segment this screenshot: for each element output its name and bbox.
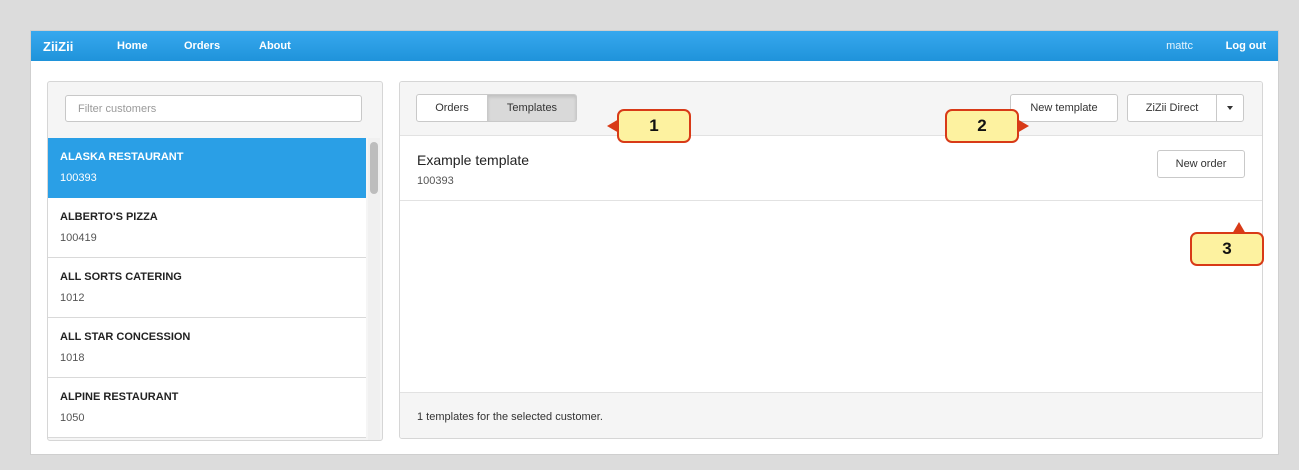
logout-link[interactable]: Log out xyxy=(1226,40,1266,52)
app-window: ZiiZii Home Orders About mattc Log out A… xyxy=(30,30,1279,455)
customer-name: ALBERTO'S PIZZA xyxy=(60,211,158,223)
new-order-button[interactable]: New order xyxy=(1157,150,1245,178)
customer-list: ALASKA RESTAURANT 100393 ALBERTO'S PIZZA… xyxy=(48,138,366,438)
tab-templates[interactable]: Templates xyxy=(487,94,577,122)
customer-name: ALASKA RESTAURANT xyxy=(60,151,184,163)
filter-customers-input[interactable] xyxy=(65,95,362,122)
navbar: ZiiZii Home Orders About mattc Log out xyxy=(31,31,1278,61)
customers-panel: ALASKA RESTAURANT 100393 ALBERTO'S PIZZA… xyxy=(47,81,383,441)
templates-count-text: 1 templates for the selected customer. xyxy=(417,411,603,423)
panel-footer: 1 templates for the selected customer. xyxy=(400,392,1262,438)
nav-home-link[interactable]: Home xyxy=(117,40,148,52)
customer-id: 100393 xyxy=(60,172,97,184)
customer-name: ALL SORTS CATERING xyxy=(60,271,182,283)
callout-2: 2 xyxy=(945,109,1029,143)
customer-item-albertos-pizza[interactable]: ALBERTO'S PIZZA 100419 xyxy=(48,198,366,258)
nav-user-name[interactable]: mattc xyxy=(1166,40,1193,52)
new-template-button[interactable]: New template xyxy=(1010,94,1118,122)
customer-id: 1018 xyxy=(60,352,85,364)
zizii-direct-dropdown-toggle[interactable] xyxy=(1216,94,1244,122)
tab-orders[interactable]: Orders xyxy=(416,94,488,122)
customer-name: ALPINE RESTAURANT xyxy=(60,391,179,403)
template-name: Example template xyxy=(417,152,530,168)
customer-item-all-sorts-catering[interactable]: ALL SORTS CATERING 1012 xyxy=(48,258,366,318)
customer-item-all-star-concession[interactable]: ALL STAR CONCESSION 1018 xyxy=(48,318,366,378)
customer-item-alaska-restaurant[interactable]: ALASKA RESTAURANT 100393 xyxy=(48,138,366,198)
customer-list-scrollbar[interactable] xyxy=(368,138,380,440)
template-row: Example template 100393 New order xyxy=(400,137,1262,201)
nav-about-link[interactable]: About xyxy=(259,40,291,52)
panel-toolbar: Orders Templates New template ZiZii Dire… xyxy=(400,82,1262,136)
customer-name: ALL STAR CONCESSION xyxy=(60,331,191,343)
customer-id: 1012 xyxy=(60,292,85,304)
callout-3: 3 xyxy=(1190,222,1264,266)
nav-orders-link[interactable]: Orders xyxy=(184,40,220,52)
brand-logo[interactable]: ZiiZii xyxy=(43,39,73,54)
template-customer-id: 100393 xyxy=(417,175,454,187)
customer-id: 100419 xyxy=(60,232,97,244)
customer-item-alpine-restaurant[interactable]: ALPINE RESTAURANT 1050 xyxy=(48,378,366,438)
templates-panel: Orders Templates New template ZiZii Dire… xyxy=(399,81,1263,439)
chevron-down-icon xyxy=(1227,106,1233,111)
scrollbar-thumb[interactable] xyxy=(370,142,378,194)
zizii-direct-button[interactable]: ZiZii Direct xyxy=(1127,94,1217,122)
callout-1: 1 xyxy=(607,109,691,143)
customer-id: 1050 xyxy=(60,412,85,424)
